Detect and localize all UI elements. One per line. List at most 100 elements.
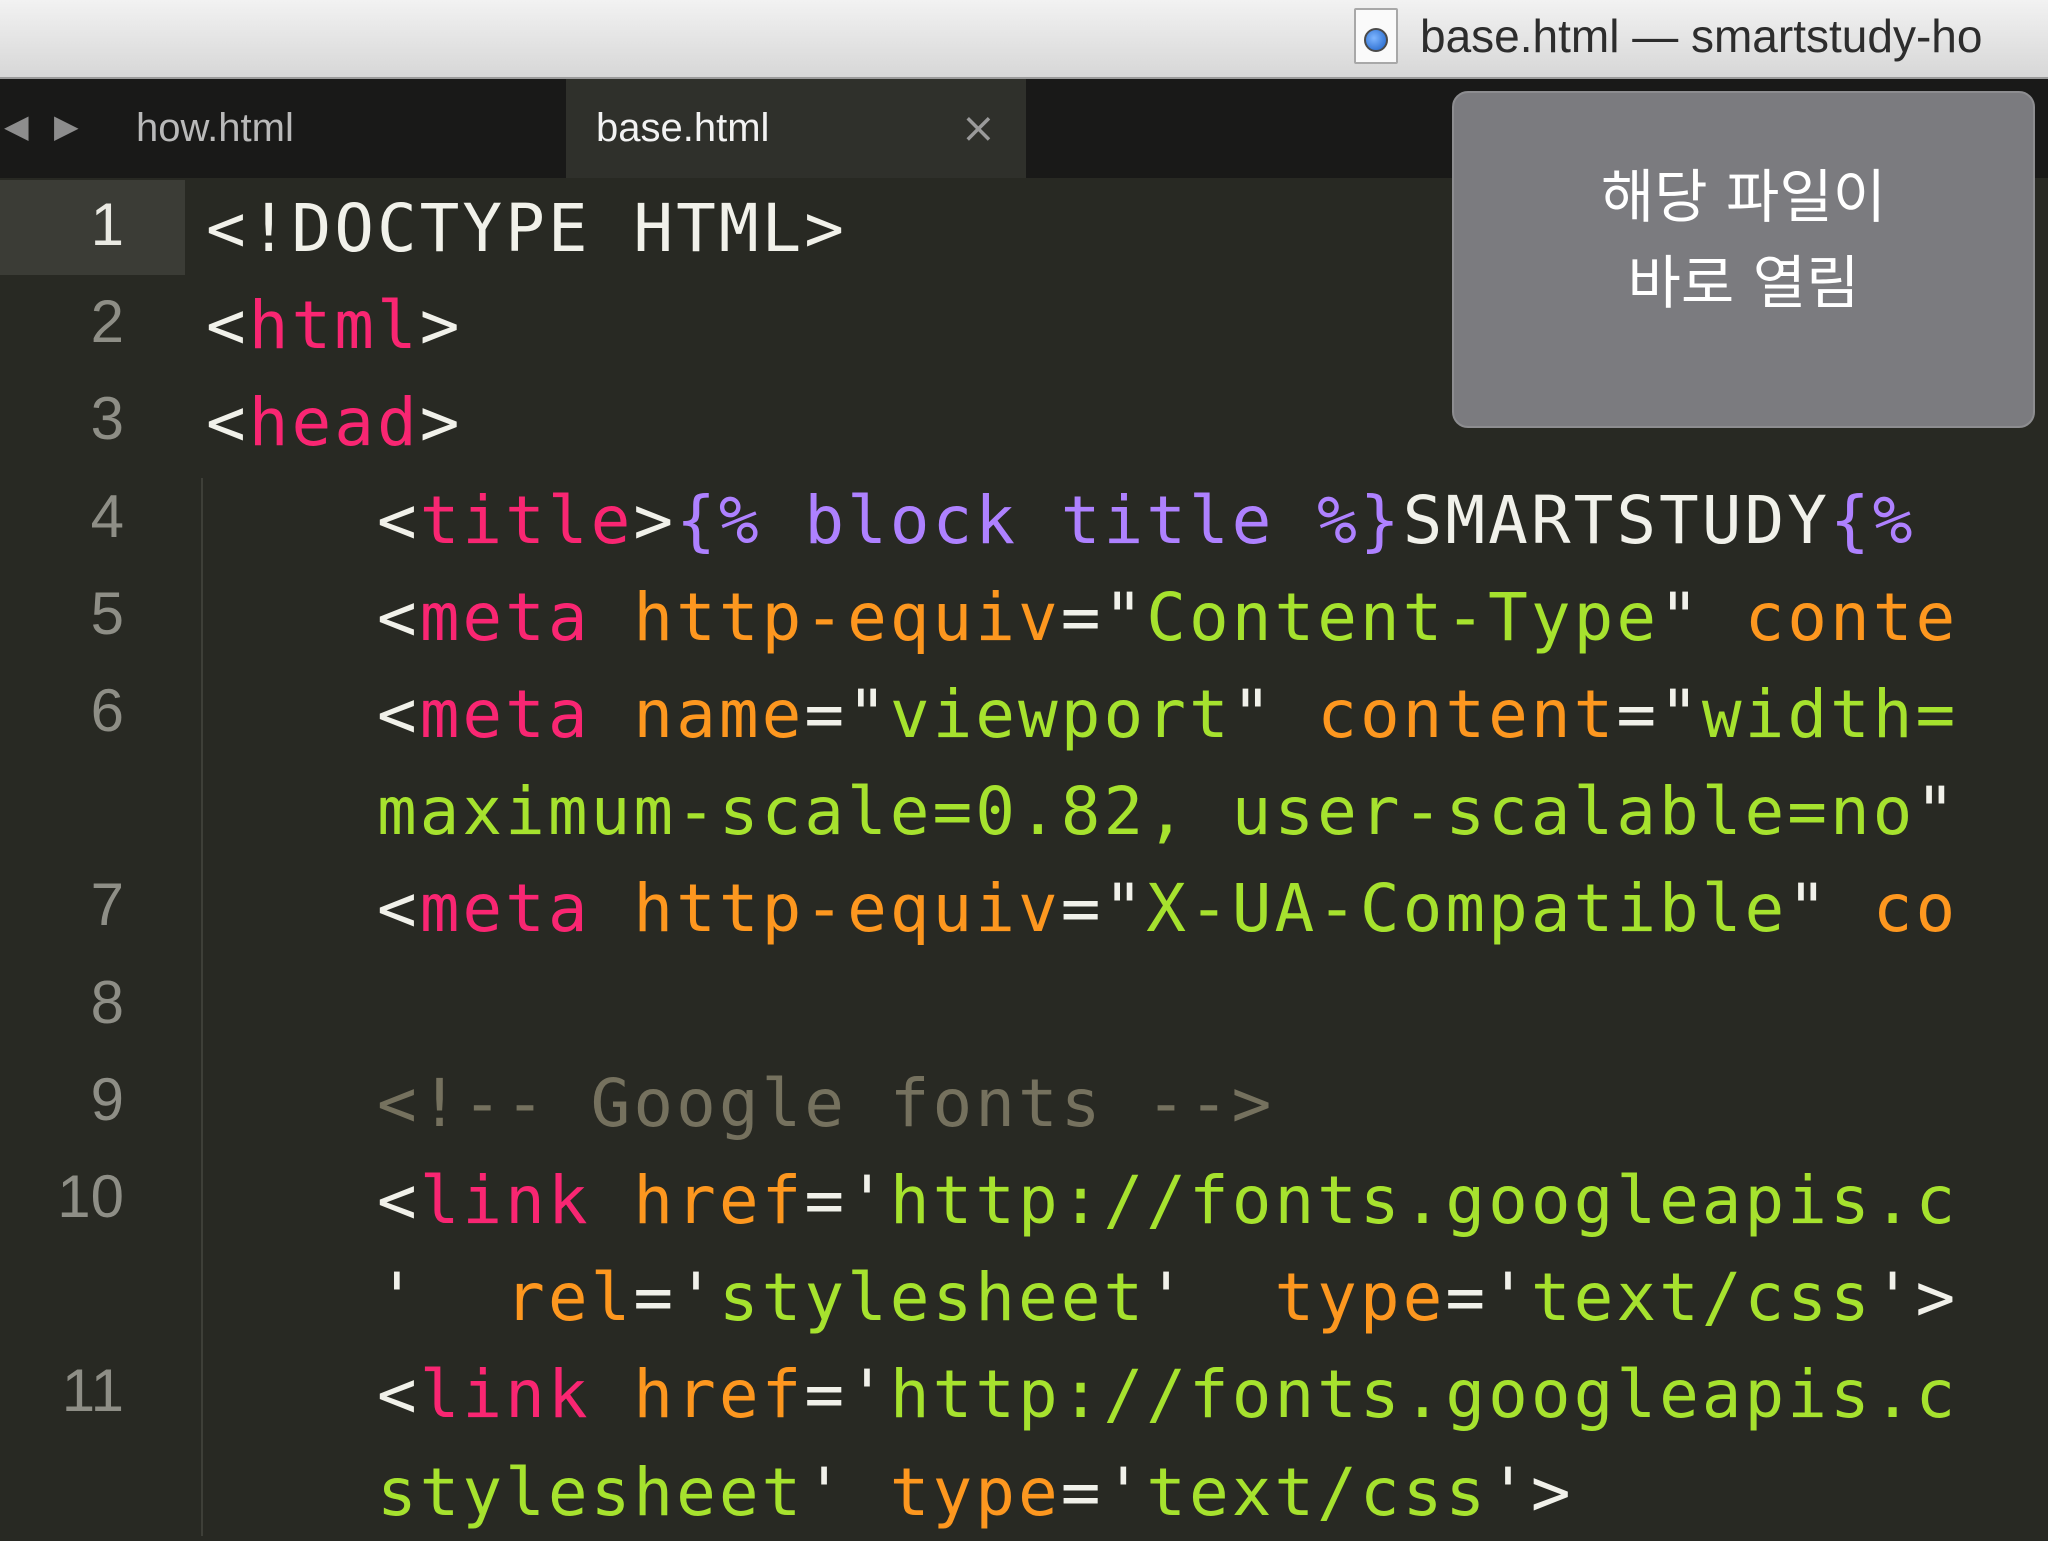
code-token: =' (1445, 1259, 1531, 1337)
tab-how-html[interactable]: how.html (100, 79, 564, 178)
code-line: <meta http-equiv="Content-Type" conte (206, 569, 1958, 666)
code-token: =' (633, 1259, 719, 1337)
code-line: <!DOCTYPE HTML> (206, 180, 847, 277)
code-token: stylesheet (206, 1453, 805, 1531)
code-token: " (1103, 578, 1147, 656)
code-token: rel (505, 1259, 634, 1337)
code-token: < (206, 578, 420, 656)
code-token: href (633, 1356, 805, 1434)
code-token: = (1060, 578, 1104, 656)
code-token: '> (1488, 1453, 1574, 1531)
code-token: maximum-scale=0.82, user-scalable=no (206, 773, 1916, 851)
code-token: ' (1146, 1259, 1275, 1337)
code-token: conte (1744, 578, 1959, 656)
tab-base-html[interactable]: base.html × (566, 79, 1026, 178)
code-token: http-equiv (633, 578, 1061, 656)
window-titlebar: base.html — smartstudy-ho (0, 0, 2048, 79)
code-token: < (206, 481, 420, 559)
line-number: 10 (57, 1163, 124, 1230)
code-token: =" (1616, 676, 1702, 753)
code-token: " (1231, 676, 1318, 753)
code-token: < (206, 676, 420, 753)
line-number: 7 (90, 871, 124, 939)
close-tab-icon[interactable]: × (961, 103, 996, 152)
code-line: <meta name="viewport" content="width= (206, 666, 1958, 763)
tab-label: base.html (596, 106, 770, 150)
code-token: =' (1060, 1453, 1147, 1531)
window-title: base.html — smartstudy-ho (1420, 10, 1983, 62)
code-line: stylesheet' type='text/css'> (206, 1444, 1574, 1541)
code-token: " (1915, 773, 1959, 851)
code-token: " (1787, 870, 1873, 948)
window-title-group: base.html — smartstudy-ho (1354, 8, 1982, 64)
code-token: {% block title %} (676, 481, 1403, 559)
code-token: < (206, 1356, 420, 1434)
code-token: http://fonts.googleapis.c (889, 1356, 1959, 1434)
code-token: viewport (889, 676, 1232, 753)
callout-line-2: 바로 열림 (1627, 248, 1860, 317)
code-token: <!DOCTYPE HTML> (206, 190, 848, 267)
code-line: maximum-scale=0.82, user-scalable=no" (206, 763, 1958, 860)
code-token: =" (804, 676, 890, 753)
line-number: 1 (90, 191, 124, 258)
code-token: type (1274, 1259, 1446, 1337)
line-number: 5 (90, 579, 124, 647)
code-token: type (889, 1453, 1061, 1531)
code-token: stylesheet (718, 1259, 1147, 1337)
annotation-callout: 해당 파일이 바로 열림 (1452, 91, 2035, 428)
line-number: 4 (90, 482, 124, 550)
code-token: meta (419, 870, 591, 948)
indent-guide (201, 478, 203, 1536)
code-token: < (206, 287, 249, 365)
code-token: meta (419, 676, 591, 753)
code-line: <head> (206, 374, 462, 471)
tab-back-arrow-icon[interactable]: ◀ (4, 107, 29, 145)
code-line: ' rel='stylesheet' type='text/css'> (206, 1249, 1958, 1346)
code-token: meta (419, 578, 591, 656)
html-document-icon (1354, 8, 1398, 64)
code-token: co (1872, 870, 1959, 948)
line-number: 6 (90, 677, 124, 744)
callout-line-1: 해당 파일이 (1600, 162, 1887, 231)
code-line: <html> (206, 277, 462, 374)
code-token: width= (1701, 676, 1959, 753)
code-token: link (419, 1356, 591, 1434)
line-number: 9 (90, 1065, 124, 1133)
code-token: text/css (1530, 1259, 1873, 1337)
line-number: 11 (61, 1357, 124, 1425)
code-line: <!-- Google fonts --> (206, 1055, 1274, 1152)
code-token: head (248, 384, 420, 462)
code-token: < (206, 870, 420, 948)
line-number: 8 (90, 968, 124, 1036)
code-token: <!-- Google fonts --> (206, 1064, 1275, 1142)
code-token: =' (804, 1162, 890, 1239)
code-token: =' (804, 1356, 890, 1434)
code-token: name (633, 676, 805, 753)
line-number-gutter: 1 2 3 4 5 6 7 8 9 10 11 (0, 178, 190, 1536)
code-line: <link href='http://fonts.googleapis.c (206, 1346, 1958, 1443)
code-token: ' (804, 1453, 890, 1531)
code-token: link (419, 1162, 591, 1239)
code-line: <meta http-equiv="X-UA-Compatible" co (206, 860, 1958, 957)
line-number: 3 (90, 385, 124, 453)
line-number: 2 (90, 288, 124, 356)
code-token: href (633, 1162, 805, 1239)
code-token: http-equiv (633, 870, 1061, 948)
tab-forward-arrow-icon[interactable]: ▶ (54, 107, 79, 145)
code-token: =" (1060, 870, 1147, 948)
code-token: X-UA-Compatible (1146, 870, 1788, 948)
tab-label: how.html (136, 106, 294, 150)
code-token: '> (1872, 1259, 1959, 1337)
code-token: text/css (1146, 1453, 1489, 1531)
code-token: < (206, 384, 249, 462)
code-token: html (248, 287, 420, 365)
code-token: > (419, 287, 463, 365)
code-token: content (1317, 676, 1617, 753)
code-token: title (419, 481, 634, 559)
code-token: http://fonts.googleapis.c (889, 1162, 1959, 1239)
